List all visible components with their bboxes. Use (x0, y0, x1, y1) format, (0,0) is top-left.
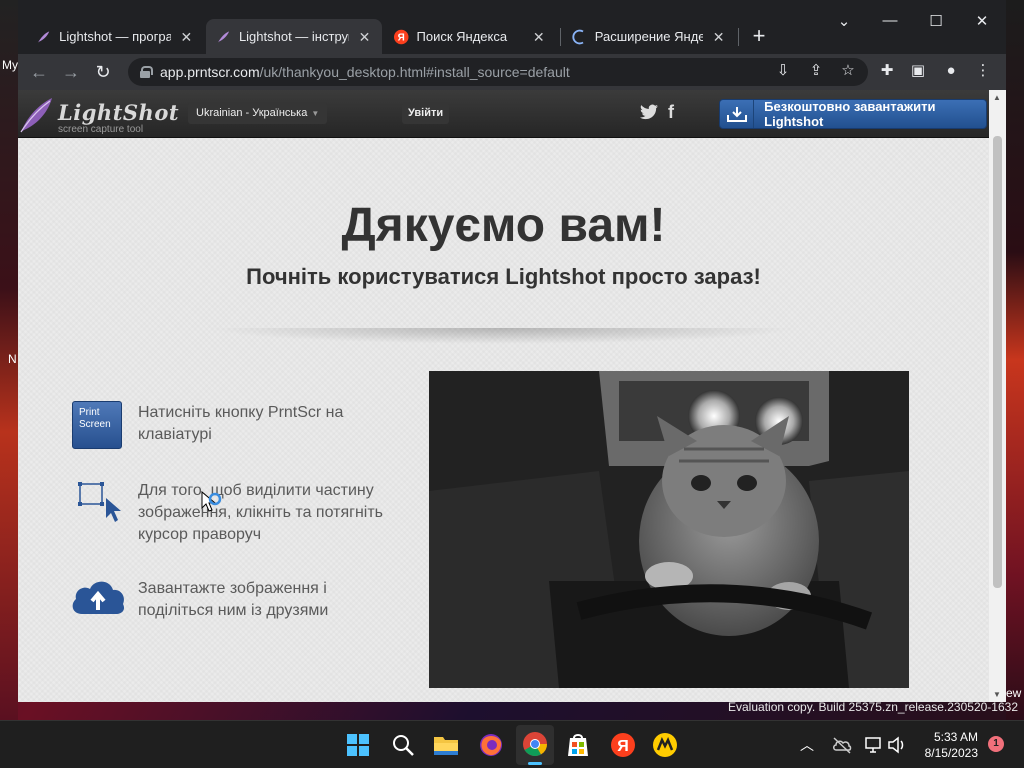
desktop-icon-label[interactable]: My (2, 58, 18, 72)
network-icon[interactable] (864, 735, 884, 755)
logo-name: LightShot (58, 100, 180, 125)
print-key-line-2: Screen (79, 419, 111, 430)
clock-time: 5:33 AM (933, 730, 978, 744)
show-hidden-icons-chevron-icon[interactable]: ︿ (800, 735, 814, 755)
page-subtitle: Почніть користуватися Lightshot просто з… (246, 264, 761, 289)
close-icon[interactable]: ✕ (357, 29, 372, 45)
install-app-icon[interactable]: ⇩ (773, 61, 793, 81)
feather-logo-icon (20, 98, 52, 133)
language-label: Ukrainian - Українська (196, 107, 308, 119)
clock[interactable]: 5:33 AM 8/15/2023 (918, 729, 978, 761)
demo-cat-photo (429, 371, 909, 688)
file-explorer-icon[interactable] (433, 733, 459, 757)
svg-text:Я: Я (398, 32, 405, 43)
notification-badge[interactable]: 1 (988, 736, 1004, 752)
download-lightshot-button[interactable]: Безкоштовно завантажити Lightshot (719, 99, 987, 129)
volume-icon[interactable] (887, 735, 907, 755)
windows-start-icon[interactable] (346, 733, 370, 757)
tab-yandex-extension[interactable]: Расширение Яндекса ✕ (562, 19, 736, 54)
new-tab-button[interactable]: + (746, 24, 772, 48)
taskbar: Я ︿ 5:33 AM 8/15/2023 1 (0, 720, 1024, 768)
svg-text:Я: Я (617, 738, 629, 755)
onedrive-offline-icon[interactable] (832, 736, 852, 754)
close-icon[interactable]: ✕ (531, 29, 546, 45)
chrome-icon (523, 732, 547, 757)
browser-window: Lightshot — програм ✕ Lightshot — інстру… (18, 0, 1006, 702)
menu-kebab-icon[interactable]: ⋮ (973, 61, 993, 81)
clock-date: 8/15/2023 (924, 746, 978, 760)
tab-label: Поиск Яндекса (416, 29, 508, 44)
desktop-wallpaper-right (1006, 0, 1024, 720)
chevron-down-icon: ▼ (311, 109, 320, 118)
scrollbar-thumb[interactable] (993, 136, 1002, 588)
feather-icon (37, 30, 50, 43)
tab-label: Lightshot — програм (59, 29, 171, 44)
url-path: /uk/thankyou_desktop.html#install_source… (259, 64, 570, 80)
selection-area-icon (78, 482, 121, 522)
download-icon (720, 100, 755, 128)
tab-label: Расширение Яндекса (594, 29, 704, 44)
step-text-upload-share: Завантажте зображення і поділіться ним і… (138, 580, 329, 619)
yandex-icon: Я (394, 29, 409, 44)
page-viewport: LightShot screen capture tool Ukrainian … (18, 90, 989, 702)
scroll-down-arrow-icon[interactable]: ▼ (993, 690, 1001, 699)
page-title: Дякуємо вам! (341, 199, 666, 252)
tab-separator (738, 28, 739, 46)
desktop-icon-label[interactable]: ew (1006, 686, 1021, 700)
print-screen-key-icon: Print Screen (72, 401, 122, 449)
reload-icon[interactable]: ↻ (92, 61, 114, 83)
side-panel-icon[interactable]: ▣ (908, 61, 928, 81)
tab-lightshot-tool[interactable]: Lightshot — інструмє ✕ (206, 19, 382, 54)
close-icon[interactable]: ✕ (711, 29, 726, 45)
tab-lightshot-program[interactable]: Lightshot — програм ✕ (26, 19, 204, 54)
shadow-divider (208, 328, 798, 344)
url-host: app.prntscr.com (160, 64, 260, 80)
tab-separator (560, 28, 561, 46)
lock-icon[interactable] (140, 66, 153, 78)
close-window-button[interactable]: ✕ (962, 12, 1002, 30)
page-scrollbar[interactable]: ▲ ▼ (989, 90, 1006, 702)
step-text-select-area: Для того, щоб виділити частину зображенн… (138, 482, 383, 543)
active-indicator (528, 762, 542, 765)
mouse-cursor-icon (201, 490, 222, 512)
login-button[interactable]: Увійти (402, 102, 450, 124)
lightshot-logo[interactable]: LightShot screen capture tool (18, 94, 179, 135)
address-bar[interactable]: app.prntscr.com/uk/thankyou_desktop.html… (128, 58, 868, 86)
forward-arrow-icon[interactable]: → (60, 61, 82, 83)
yandex-browser-icon[interactable]: Я (610, 732, 636, 758)
loading-icon (572, 29, 584, 44)
facebook-icon[interactable]: f (668, 102, 674, 123)
desktop-icon-label[interactable]: N (8, 352, 17, 366)
maximize-button[interactable]: ☐ (916, 12, 956, 30)
microsoft-store-icon[interactable] (566, 732, 590, 758)
close-icon[interactable]: ✕ (179, 29, 194, 45)
tab-label: Lightshot — інструмє (238, 29, 349, 44)
minimize-button[interactable]: — (870, 12, 910, 29)
cloud-upload-icon (72, 581, 125, 614)
download-button-label: Безкоштовно завантажити Lightshot (764, 99, 936, 129)
logo-tagline: screen capture tool (58, 124, 144, 135)
language-select[interactable]: Ukrainian - Українська ▼ (188, 102, 328, 124)
site-header: LightShot screen capture tool Ukrainian … (18, 90, 989, 138)
feather-icon (217, 30, 230, 43)
scroll-up-arrow-icon[interactable]: ▲ (993, 93, 1001, 102)
share-icon[interactable]: ⇪ (806, 61, 826, 81)
tab-bar: Lightshot — програм ✕ Lightshot — інстру… (18, 0, 1006, 54)
firefox-icon[interactable] (478, 732, 504, 758)
twitter-icon[interactable] (640, 104, 658, 120)
step-text-press-key: Натисніть кнопку PrntScr на клавіатурі (138, 404, 344, 443)
tab-search-chevron-icon[interactable]: ⌄ (824, 12, 864, 30)
tab-yandex-search[interactable]: Я Поиск Яндекса ✕ (384, 19, 556, 54)
print-key-line-1: Print (79, 407, 100, 418)
back-arrow-icon[interactable]: ← (28, 61, 50, 83)
bookmark-star-icon[interactable]: ☆ (838, 61, 858, 81)
evaluation-watermark: Evaluation copy. Build 25375.zn_release.… (728, 700, 1018, 714)
extensions-puzzle-icon[interactable]: ✚ (877, 61, 897, 81)
chrome-taskbar-button[interactable] (516, 725, 554, 765)
search-icon[interactable] (391, 733, 415, 757)
browser-toolbar: ← → ↻ app.prntscr.com/uk/thankyou_deskto… (18, 54, 1006, 90)
profile-icon[interactable]: ● (941, 61, 961, 81)
yandex-market-icon[interactable] (652, 732, 678, 758)
